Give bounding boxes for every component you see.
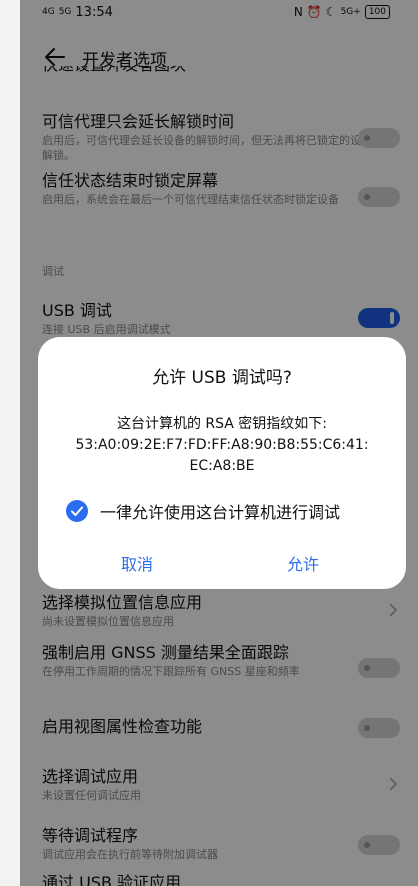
usb-debug-dialog: 允许 USB 调试吗? 这台计算机的 RSA 密钥指纹如下: 53:A0:09:…: [38, 337, 406, 589]
rsa-fingerprint-line: 53:A0:09:2E:F7:FD:FF:A8:90:B8:55:C6:41:: [75, 437, 369, 453]
cancel-button[interactable]: 取消: [121, 551, 153, 575]
checkbox-label: 一律允许使用这台计算机进行调试: [100, 503, 341, 522]
always-allow-checkbox[interactable]: 一律允许使用这台计算机进行调试: [66, 499, 340, 523]
dialog-message-line: 这台计算机的 RSA 密钥指纹如下:: [116, 416, 328, 432]
rsa-fingerprint-line: EC:A8:BE: [189, 458, 255, 474]
dialog-title: 允许 USB 调试吗?: [152, 368, 292, 388]
dialog-message: 这台计算机的 RSA 密钥指纹如下: 53:A0:09:2E:F7:FD:FF:…: [52, 414, 392, 477]
allow-button[interactable]: 允许: [287, 551, 319, 575]
checkbox-checked-icon[interactable]: [66, 500, 88, 522]
